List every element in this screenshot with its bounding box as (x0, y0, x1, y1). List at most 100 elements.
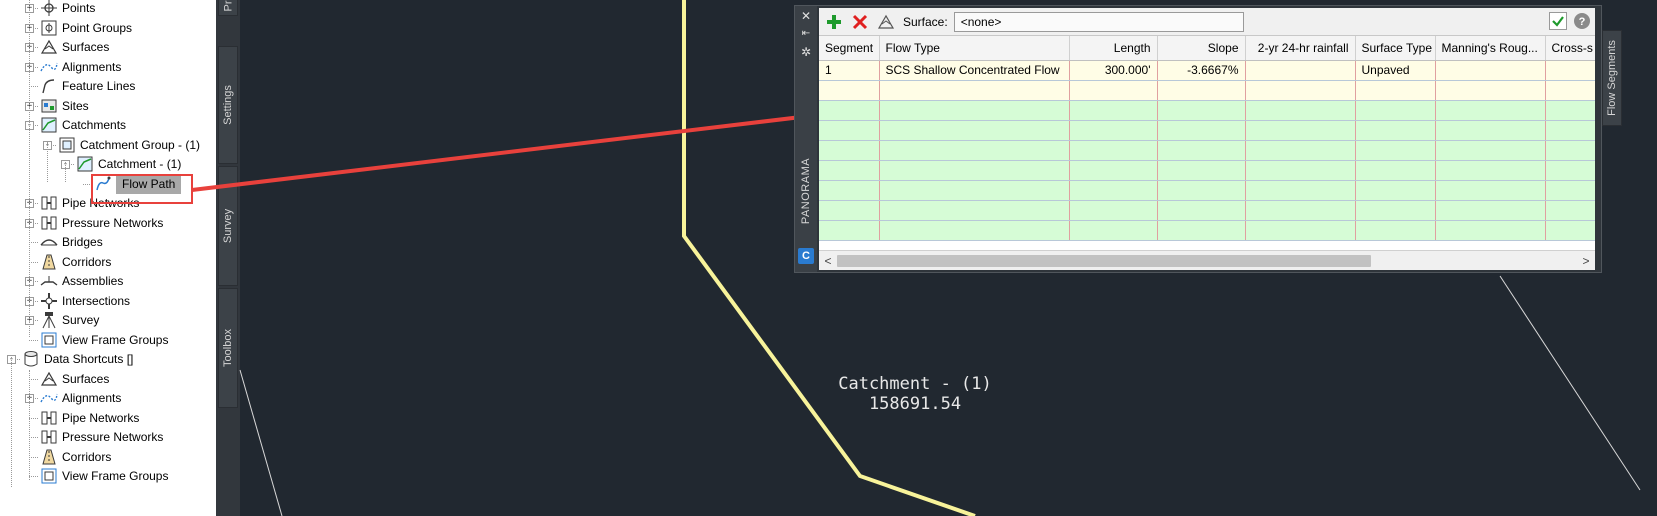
tree-item-sites[interactable]: Sites (40, 96, 89, 116)
tree-item-flow-path[interactable]: Flow Path (94, 173, 182, 194)
empty-cell[interactable] (819, 80, 880, 101)
empty-cell[interactable] (1157, 220, 1246, 241)
empty-cell[interactable] (1355, 140, 1436, 161)
empty-cell[interactable] (1545, 100, 1595, 121)
help-button[interactable]: ? (1573, 12, 1591, 33)
scroll-thumb[interactable] (837, 255, 1371, 267)
empty-cell[interactable] (819, 140, 880, 161)
empty-cell[interactable] (1245, 180, 1356, 201)
empty-cell[interactable] (1435, 160, 1546, 181)
cell-mannings[interactable] (1435, 60, 1546, 81)
empty-cell[interactable] (1157, 160, 1246, 181)
empty-cell[interactable] (1069, 160, 1158, 181)
tab-prospector[interactable]: Pr (218, 0, 238, 16)
tree-item-assemblies[interactable]: Assemblies (40, 271, 123, 291)
tree-item-alignments[interactable]: Alignments (40, 388, 121, 408)
tree-item-corridors[interactable]: Corridors (40, 447, 111, 467)
empty-cell[interactable] (1245, 200, 1356, 221)
empty-cell[interactable] (1435, 80, 1546, 101)
cell-segment[interactable]: 1 (819, 60, 880, 81)
close-icon[interactable]: ✕ (798, 8, 814, 24)
empty-cell[interactable] (879, 80, 1070, 101)
tree-item-surfaces[interactable]: Surfaces (40, 369, 109, 389)
empty-cell[interactable] (1069, 100, 1158, 121)
empty-cell[interactable] (819, 160, 880, 181)
empty-cell[interactable] (819, 120, 880, 141)
empty-cell[interactable] (1069, 220, 1158, 241)
tab-toolbox[interactable]: Toolbox (218, 288, 238, 408)
empty-cell[interactable] (1435, 100, 1546, 121)
empty-cell[interactable] (1245, 80, 1356, 101)
empty-cell[interactable] (1157, 80, 1246, 101)
empty-cell[interactable] (879, 160, 1070, 181)
col-header-length[interactable]: Length (1069, 36, 1158, 61)
table-row[interactable]: 1 SCS Shallow Concentrated Flow 300.000' -3… (819, 60, 1595, 81)
col-header-slope[interactable]: Slope (1157, 36, 1246, 61)
empty-cell[interactable] (1355, 200, 1436, 221)
table-row-empty[interactable] (819, 220, 1595, 241)
empty-cell[interactable] (1355, 120, 1436, 141)
tab-survey[interactable]: Survey (218, 166, 238, 286)
empty-cell[interactable] (1069, 80, 1158, 101)
empty-cell[interactable] (1157, 120, 1246, 141)
catchment-label[interactable]: Catchment - (1) 158691.54 (820, 374, 1010, 414)
cell-length[interactable]: 300.000' (1069, 60, 1158, 81)
empty-cell[interactable] (1069, 120, 1158, 141)
delete-segment-button[interactable] (849, 11, 871, 33)
empty-cell[interactable] (1355, 220, 1436, 241)
empty-cell[interactable] (819, 200, 880, 221)
col-header-cross-section[interactable]: Cross-s (1545, 36, 1595, 61)
table-row-empty[interactable] (819, 120, 1595, 141)
empty-cell[interactable] (1435, 120, 1546, 141)
apply-button[interactable] (1549, 12, 1567, 33)
empty-cell[interactable] (1355, 160, 1436, 181)
scroll-left-icon[interactable]: < (821, 253, 835, 269)
empty-cell[interactable] (1545, 200, 1595, 221)
empty-cell[interactable] (1245, 160, 1356, 181)
surface-field[interactable]: <none> (953, 11, 1244, 32)
empty-cell[interactable] (879, 180, 1070, 201)
tree-item-pressure-networks[interactable]: Pressure Networks (40, 213, 163, 233)
empty-cell[interactable] (1435, 180, 1546, 201)
tree-item-catchment-1[interactable]: Catchment - (1) (76, 154, 181, 174)
empty-cell[interactable] (1355, 180, 1436, 201)
empty-cell[interactable] (1545, 160, 1595, 181)
col-header-mannings[interactable]: Manning's Roug... (1435, 36, 1546, 61)
empty-cell[interactable] (879, 100, 1070, 121)
empty-cell[interactable] (819, 100, 880, 121)
empty-cell[interactable] (1069, 140, 1158, 161)
empty-cell[interactable] (1545, 180, 1595, 201)
cell-flow-type[interactable]: SCS Shallow Concentrated Flow (879, 60, 1070, 81)
empty-cell[interactable] (1157, 100, 1246, 121)
cell-surface-type[interactable]: Unpaved (1355, 60, 1436, 81)
empty-cell[interactable] (1545, 140, 1595, 161)
tree-item-bridges[interactable]: Bridges (40, 232, 103, 252)
table-row-empty[interactable] (819, 100, 1595, 121)
empty-cell[interactable] (1157, 180, 1246, 201)
empty-cell[interactable] (879, 140, 1070, 161)
empty-cell[interactable] (1157, 200, 1246, 221)
tree-item-pressure-networks[interactable]: Pressure Networks (40, 427, 163, 447)
empty-cell[interactable] (1545, 220, 1595, 241)
empty-cell[interactable] (1355, 100, 1436, 121)
empty-cell[interactable] (1245, 100, 1356, 121)
empty-cell[interactable] (1435, 140, 1546, 161)
table-row-empty[interactable] (819, 160, 1595, 181)
table-row-empty[interactable] (819, 180, 1595, 201)
tree-item-catchment-group-1[interactable]: Catchment Group - (1) (58, 135, 200, 155)
col-header-surface-type[interactable]: Surface Type (1355, 36, 1436, 61)
flow-segments-tab[interactable]: Flow Segments (1602, 30, 1622, 126)
scroll-right-icon[interactable]: > (1579, 253, 1593, 269)
empty-cell[interactable] (1157, 140, 1246, 161)
tree-item-survey[interactable]: Survey (40, 310, 99, 330)
tree-item-view-frame-groups[interactable]: View Frame Groups (40, 466, 168, 486)
table-row-empty[interactable] (819, 140, 1595, 161)
empty-cell[interactable] (1245, 120, 1356, 141)
col-header-segment[interactable]: Segment (819, 36, 880, 61)
table-row-empty[interactable] (819, 80, 1595, 101)
empty-cell[interactable] (1545, 80, 1595, 101)
empty-cell[interactable] (1245, 140, 1356, 161)
empty-cell[interactable] (1245, 220, 1356, 241)
tree-item-pipe-networks[interactable]: Pipe Networks (40, 193, 139, 213)
tree-item-feature-lines[interactable]: Feature Lines (40, 76, 135, 96)
